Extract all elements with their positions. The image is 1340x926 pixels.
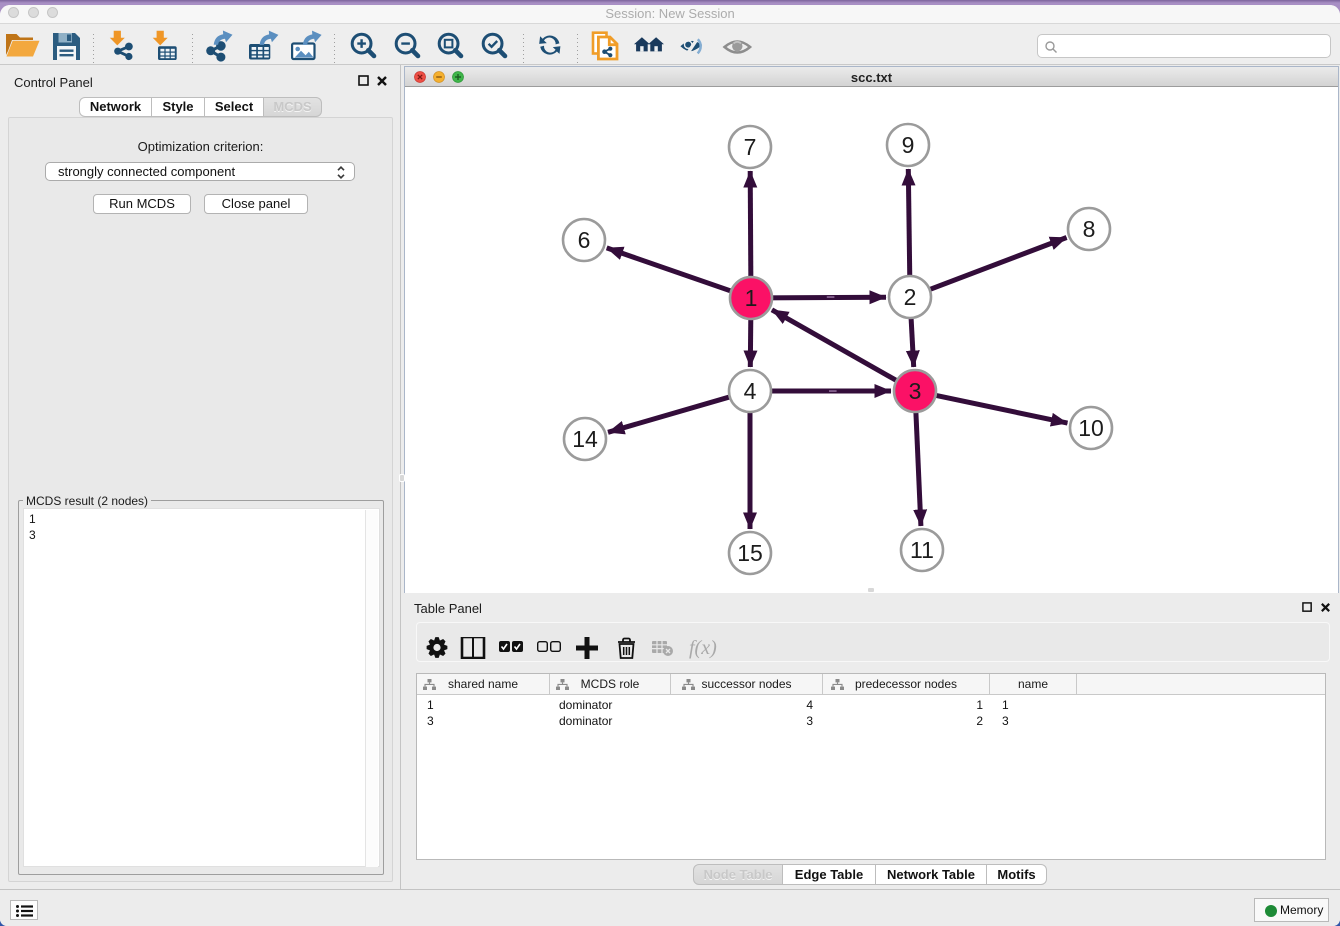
svg-text:1: 1 [745,285,758,311]
svg-text:11: 11 [910,537,934,563]
svg-text:4: 4 [744,378,757,404]
svg-text:7: 7 [744,134,757,160]
svg-text:10: 10 [1078,415,1104,441]
svg-text:3: 3 [909,378,922,404]
svg-text:9: 9 [902,132,915,158]
svg-text:6: 6 [578,227,591,253]
svg-text:8: 8 [1083,216,1096,242]
svg-text:14: 14 [572,426,598,452]
svg-text:15: 15 [737,540,763,566]
svg-text:2: 2 [904,284,917,310]
svg-text:f(x): f(x) [689,637,717,659]
